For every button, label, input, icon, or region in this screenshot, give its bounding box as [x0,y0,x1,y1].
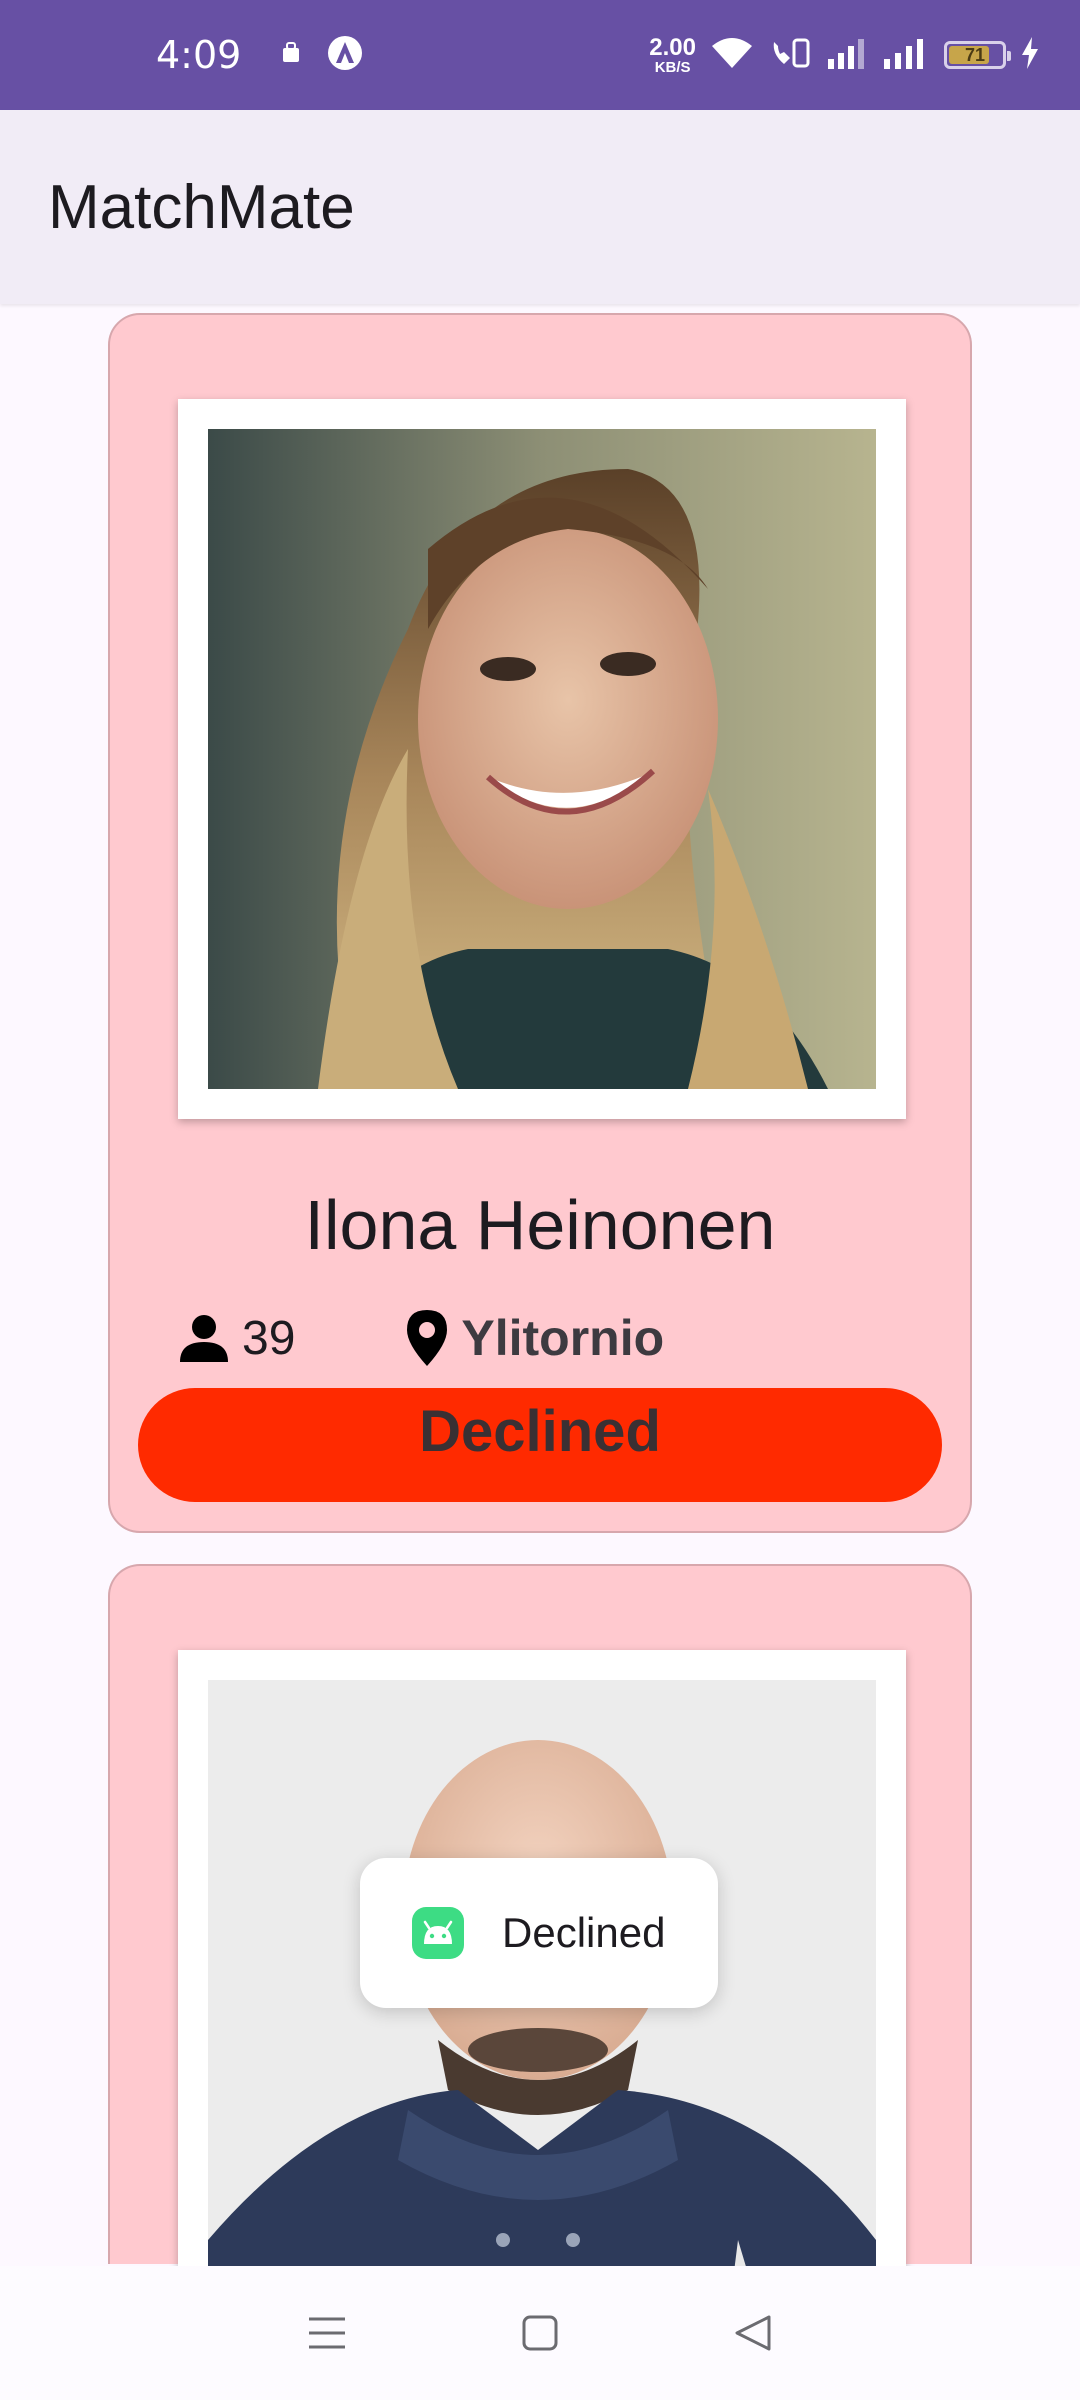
menu-icon[interactable] [287,2293,367,2373]
declined-status-button[interactable]: Declined [138,1388,942,1502]
home-icon[interactable] [500,2293,580,2373]
status-bar: 4:09 2.00 KB/S 71 [0,0,1080,110]
profile-photo-frame [178,399,906,1119]
person-name: Ilona Heinonen [304,1186,776,1264]
location-value: Ylitornio [461,1310,665,1366]
status-right: 2.00 KB/S 71 [649,33,1040,76]
app-title: MatchMate [48,172,355,242]
app-logo-icon [327,35,363,76]
location-info: Ylitornio [405,1308,664,1368]
back-icon[interactable] [713,2293,793,2373]
android-app-icon [412,1907,464,1959]
toast-text: Declined [502,1909,666,1956]
location-pin-icon [405,1308,449,1368]
signal-1-icon [826,37,868,74]
battery-level: 71 [964,44,986,65]
battery-indicator: 71 [944,41,1011,69]
status-time: 4:09 [156,33,242,77]
signal-2-icon [882,37,930,74]
system-nav-bar [0,2266,1080,2400]
profile-photo [208,429,876,1089]
net-speed-unit: KB/S [654,58,691,76]
wifi-icon [710,36,754,75]
profile-meta-row: 39 Ylitornio [178,1303,970,1373]
status-left-icons [281,35,363,76]
profile-card: Ilona Heinonen 39 Ylitornio Declined [108,313,972,1533]
app-bar: MatchMate [0,110,1080,304]
net-speed-value: 2.00 [649,33,696,61]
notification-icon [281,41,301,69]
volte-call-icon [768,36,812,75]
network-speed: 2.00 KB/S [649,33,696,76]
person-icon [178,1312,230,1364]
age-value: 39 [242,1311,296,1365]
toast-message: Declined [360,1858,718,2008]
age-info: 39 [178,1311,295,1366]
charging-icon [1020,36,1040,75]
